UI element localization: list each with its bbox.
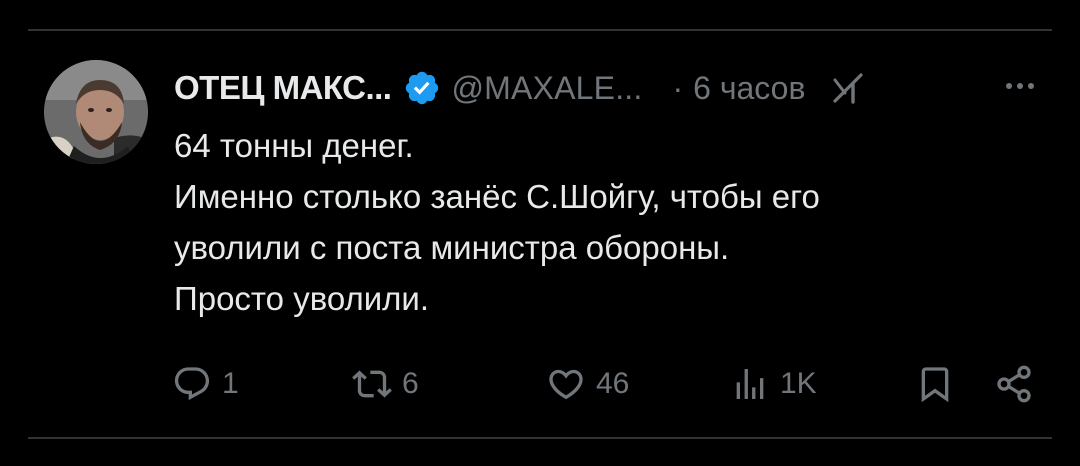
retweet-button[interactable]: 6 (352, 356, 419, 412)
bottom-divider (28, 437, 1052, 439)
views-button[interactable]: 1K (730, 356, 817, 412)
avatar[interactable] (44, 60, 148, 164)
reply-button[interactable]: 1 (172, 356, 239, 412)
more-options-icon[interactable] (1002, 74, 1038, 98)
separator-dot: · (672, 69, 684, 106)
like-count: 46 (596, 367, 630, 400)
reply-count: 1 (222, 367, 239, 400)
bookmark-icon (921, 367, 949, 403)
views-count: 1K (780, 367, 817, 400)
reply-icon (174, 367, 210, 401)
retweet-icon (352, 370, 392, 398)
grok-icon[interactable] (831, 71, 865, 105)
retweet-count: 6 (402, 367, 419, 400)
share-icon (997, 365, 1031, 403)
tweet-text-line: 64 тонны денег. (174, 127, 414, 164)
verified-badge-icon[interactable] (403, 69, 441, 107)
tweet-header: ОТЕЦ МАКС... @MAXALE... · 6 часов (174, 62, 1040, 114)
tweet-actions-bar: 1 6 46 1K (0, 356, 1080, 412)
views-chart-icon (736, 369, 764, 399)
tweet-text: 64 тонны денег. Именно столько занёс С.Ш… (174, 120, 1034, 324)
tweet-text-line: Именно столько занёс С.Шойгу, чтобы его (174, 178, 820, 215)
tweet-text-line: уволили с поста министра обороны. (174, 229, 730, 266)
like-button[interactable]: 46 (546, 356, 629, 412)
share-button[interactable] (994, 356, 1034, 412)
tweet-text-line: Просто уволили. (174, 280, 430, 317)
bookmark-button[interactable] (915, 356, 955, 412)
avatar-image (44, 60, 148, 164)
top-divider (28, 29, 1052, 31)
tweet-timestamp[interactable]: 6 часов (693, 70, 805, 107)
author-display-name[interactable]: ОТЕЦ МАКС... (174, 69, 392, 107)
heart-icon (549, 369, 583, 400)
author-handle[interactable]: @MAXALE... (451, 70, 642, 107)
